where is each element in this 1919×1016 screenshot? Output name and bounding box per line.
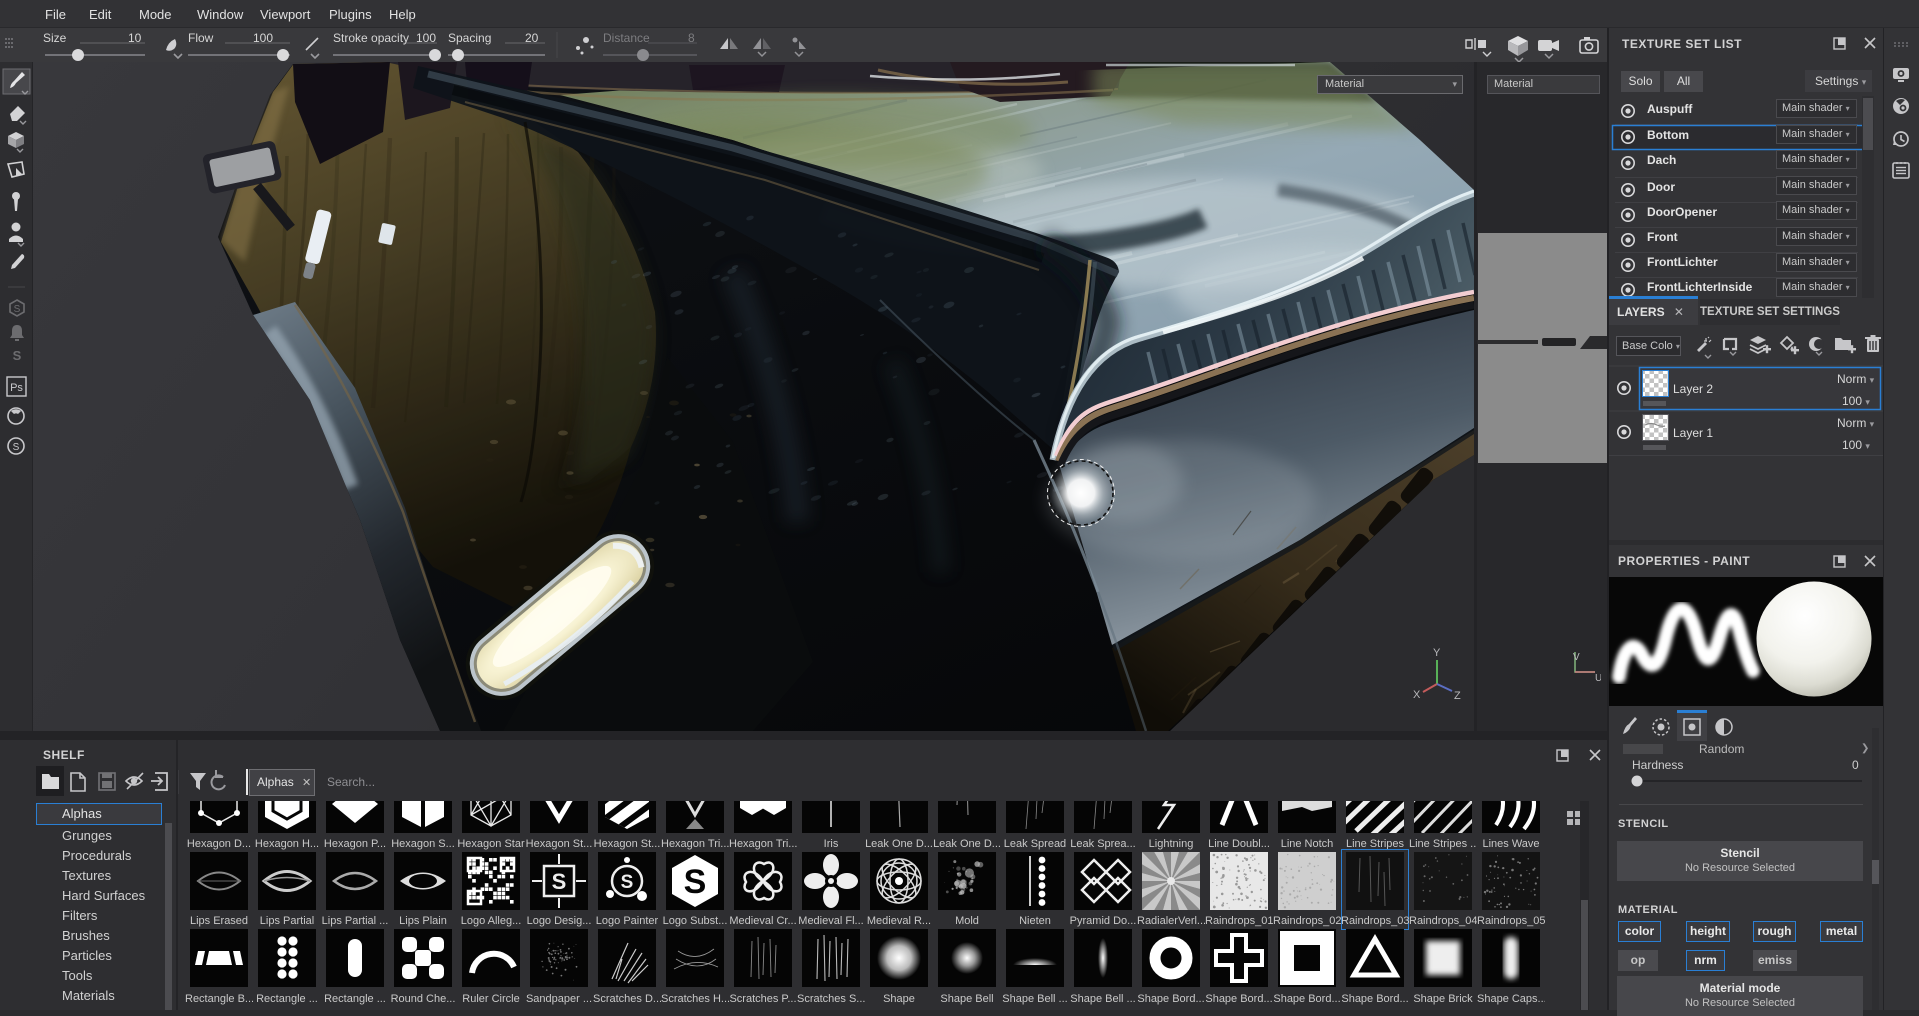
svg-text:S: S [13, 442, 20, 453]
svg-text:U: U [1595, 673, 1601, 682]
svg-text:S: S [621, 872, 634, 893]
svg-text:S: S [13, 348, 22, 363]
svg-text:S: S [684, 863, 707, 901]
svg-text:Y: Y [1433, 647, 1441, 659]
svg-text:Ps: Ps [10, 382, 23, 394]
svg-text:X: X [1413, 689, 1421, 701]
svg-text:Z: Z [1454, 690, 1461, 702]
svg-text:S: S [14, 304, 21, 315]
svg-text:S: S [552, 869, 567, 894]
svg-text:V: V [1573, 652, 1580, 663]
